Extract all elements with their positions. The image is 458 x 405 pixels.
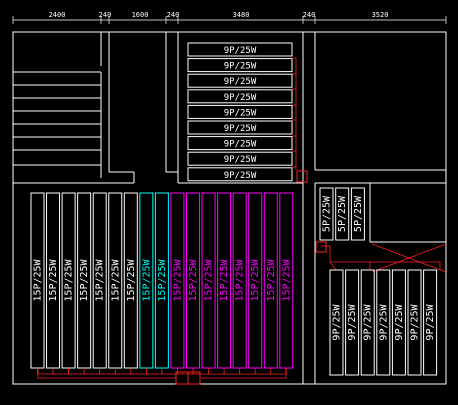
fixture-label: 9P/25W	[410, 303, 421, 340]
stair-block	[13, 32, 102, 178]
dimension-label: 2400	[49, 11, 66, 19]
fixture-label: 15P/25W	[141, 258, 152, 301]
fixture-label: 5P/25W	[322, 195, 333, 232]
dimension-label: 240	[167, 11, 180, 19]
fixture-label: 15P/25W	[172, 258, 183, 301]
fixture-label: 5P/25W	[337, 195, 348, 232]
fixture-label: 15P/25W	[64, 258, 75, 301]
junction-box	[315, 241, 327, 253]
fixture-label: 9P/25W	[378, 303, 389, 340]
dimension-label: 1600	[132, 11, 149, 19]
dimension-line: 2400 240 1600 240 3480 240 3520	[12, 11, 447, 24]
small-right-fixture-row: 5P/25W 5P/25W 5P/25W	[319, 187, 365, 241]
fixture-label: 15P/25W	[110, 258, 121, 301]
fixture-label: 9P/25W	[347, 303, 358, 340]
dimension-label: 3480	[233, 11, 250, 19]
fixture-label: 15P/25W	[188, 258, 199, 301]
fixture-label: 9P/25W	[224, 124, 257, 134]
fixture-label: 9P/25W	[224, 108, 257, 118]
fixture-label: 9P/25W	[224, 46, 257, 56]
fixture-label: 15P/25W	[79, 258, 90, 301]
fixture-label: 9P/25W	[332, 303, 343, 340]
fixture-label: 9P/25W	[394, 303, 405, 340]
fixture-label: 15P/25W	[95, 258, 106, 301]
fixture-label: 15P/25W	[48, 258, 59, 301]
bottom-right-fixture-row: 9P/25W 9P/25W 9P/25W 9P/25W 9P/25W 9P/25W 9P/2…	[329, 269, 438, 376]
fixture-label: 9P/25W	[224, 62, 257, 72]
fixture-label: 15P/25W	[219, 258, 230, 301]
top-fixture-column: 9P/25W 9P/25W 9P/25W 9P/25W 9P/25W 9P/25W 9P/2…	[187, 42, 293, 182]
fixture-label: 5P/25W	[353, 195, 364, 232]
fixture-label: 9P/25W	[224, 93, 257, 103]
junction-box	[296, 170, 308, 183]
fixture-label: 15P/25W	[250, 258, 261, 301]
dimension-label: 240	[99, 11, 112, 19]
fixture-label: 15P/25W	[235, 258, 246, 301]
dimension-label: 240	[303, 11, 316, 19]
fixture-label: 15P/25W	[204, 258, 215, 301]
fixture-label: 9P/25W	[425, 303, 436, 340]
fixture-label: 9P/25W	[224, 155, 257, 165]
fixture-label: 9P/25W	[224, 140, 257, 150]
fixture-label: 15P/25W	[157, 258, 168, 301]
fixture-label: 15P/25W	[266, 258, 277, 301]
bottom-left-fixture-row: 15P/25W 15P/25W 15P/25W 15P/25W 15P/25W 15P/2…	[30, 192, 294, 374]
fixture-label: 9P/25W	[224, 171, 257, 181]
fixture-label: 15P/25W	[33, 258, 44, 301]
dimension-label: 3520	[372, 11, 389, 19]
fixture-label: 15P/25W	[126, 258, 137, 301]
fixture-label: 15P/25W	[281, 258, 292, 301]
fixture-label: 9P/25W	[224, 77, 257, 87]
fixture-label: 9P/25W	[363, 303, 374, 340]
floor-plan-diagram: 2400 240 1600 240 3480 240 3520 9P/25W9P…	[12, 11, 447, 385]
